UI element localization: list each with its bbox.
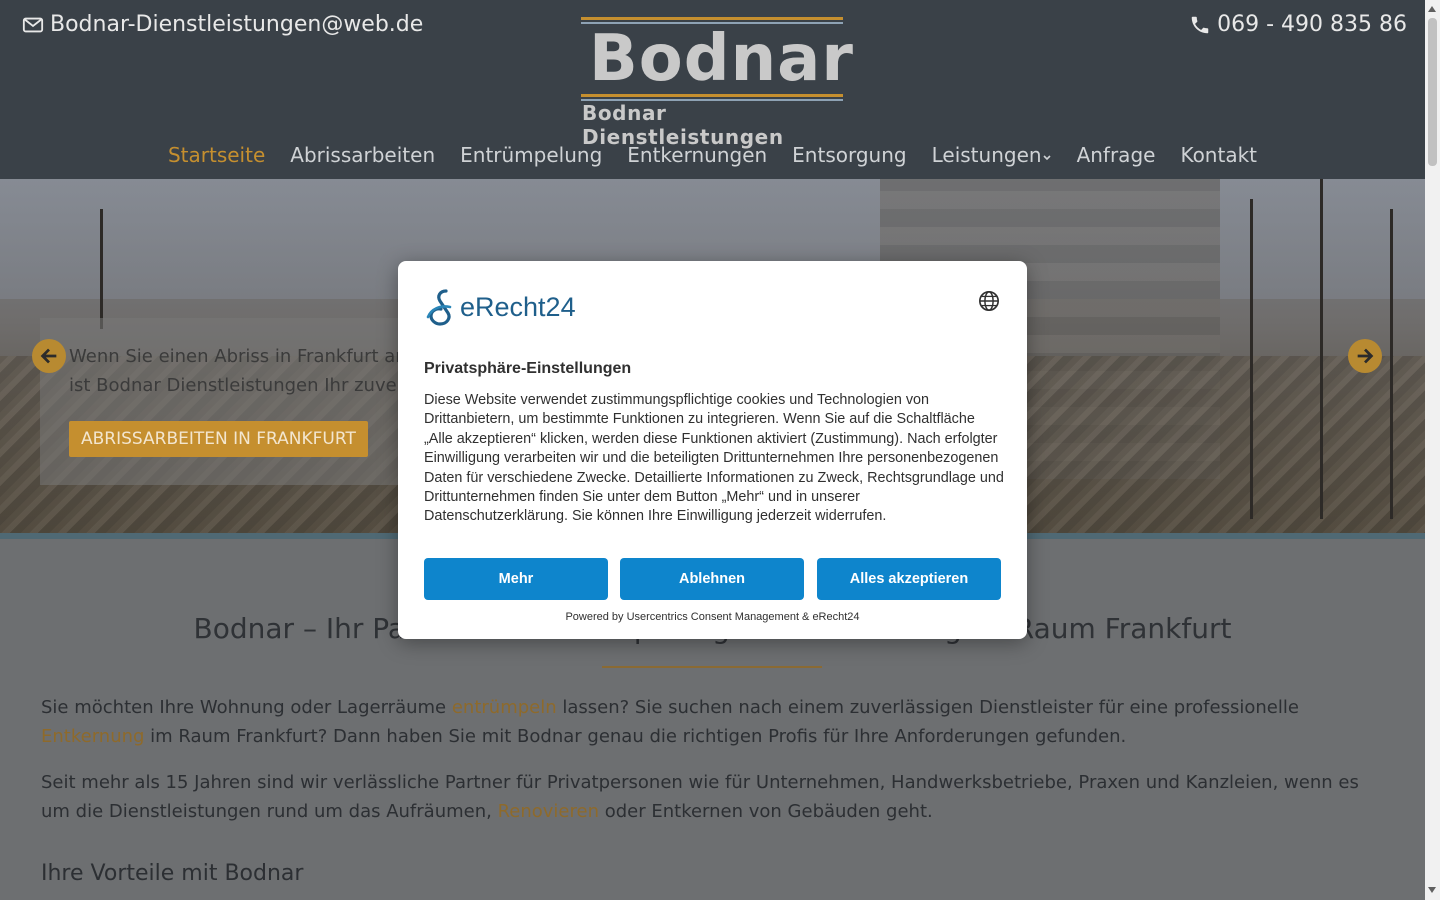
consent-dialog: eRecht24 Privatsphäre-Einstellungen Dies… <box>398 261 1027 639</box>
title-underline <box>602 666 822 668</box>
language-globe-icon[interactable] <box>978 290 1000 312</box>
chevron-down-icon <box>1042 155 1051 161</box>
logo-rule <box>581 17 843 20</box>
arrow-right-icon <box>1357 348 1374 364</box>
consent-body: Diese Website verwendet zustimmungspflic… <box>424 392 1004 525</box>
section-heading: Ihre Vorteile mit Bodnar <box>41 861 304 886</box>
nav-item-entruempelung[interactable]: Entrümpelung <box>460 143 602 167</box>
logo-wordmark: Bodnar <box>589 22 854 96</box>
email-link[interactable]: Bodnar-Dienstleistungen@web.de <box>22 12 423 37</box>
hero-tree <box>1320 179 1323 519</box>
arrow-left-icon <box>40 348 57 364</box>
hero-tree <box>100 209 103 329</box>
email-text: Bodnar-Dienstleistungen@web.de <box>50 12 424 37</box>
hero-caption: Wenn Sie einen Abriss in Frankfurt am is… <box>69 342 429 400</box>
nav-item-startseite[interactable]: Startseite <box>168 143 265 167</box>
nav-item-kontakt[interactable]: Kontakt <box>1180 143 1257 167</box>
hero-caption-line: ist Bodnar Dienstleistungen Ihr zuverlä <box>69 375 421 396</box>
intro-text: lassen? Sie suchen nach einem zuverlässi… <box>556 697 1299 718</box>
site-logo[interactable]: Bodnar Bodnar Dienstleistungen <box>581 17 853 149</box>
erecht24-wordmark: eRecht24 <box>460 291 576 322</box>
scroll-up-arrow-icon[interactable] <box>1428 6 1436 12</box>
main-nav: Startseite Abrissarbeiten Entrümpelung E… <box>0 143 1425 167</box>
phone-text: 069 - 490 835 86 <box>1217 12 1407 37</box>
intro-paragraph: Sie möchten Ihre Wohnung oder Lagerräume… <box>41 693 1381 751</box>
site-header: Bodnar-Dienstleistungen@web.de 069 - 490… <box>0 0 1425 179</box>
phone-link[interactable]: 069 - 490 835 86 <box>1189 12 1407 37</box>
link-entruempeln[interactable]: entrümpeln <box>452 697 557 718</box>
logo-tagline: Bodnar Dienstleistungen <box>582 101 784 149</box>
link-entkernung[interactable]: Entkernung <box>41 726 144 747</box>
slider-next-button[interactable] <box>1348 339 1382 373</box>
phone-icon <box>1191 16 1209 33</box>
nav-item-leistungen[interactable]: Leistungen <box>932 143 1052 167</box>
hero-cta-button[interactable]: ABRISSARBEITEN IN FRANKFURT <box>69 421 368 457</box>
nav-item-entkernungen[interactable]: Entkernungen <box>627 143 767 167</box>
about-paragraph: Seit mehr als 15 Jahren sind wir verläss… <box>41 768 1381 826</box>
nav-item-anfrage[interactable]: Anfrage <box>1077 143 1156 167</box>
more-button[interactable]: Mehr <box>424 558 608 600</box>
nav-item-leistungen-label: Leistungen <box>931 143 1042 167</box>
erecht24-mark-icon <box>426 289 452 326</box>
consent-title: Privatsphäre-Einstellungen <box>424 360 632 377</box>
slider-prev-button[interactable] <box>32 339 66 373</box>
accept-all-button[interactable]: Alles akzeptieren <box>817 558 1001 600</box>
nav-item-entsorgung[interactable]: Entsorgung <box>792 143 906 167</box>
intro-text: im Raum Frankfurt? Dann haben Sie mit Bo… <box>144 726 1127 747</box>
envelope-icon <box>22 17 44 32</box>
hero-tree <box>1390 209 1393 519</box>
logo-rule <box>581 94 843 97</box>
intro-text: Sie möchten Ihre Wohnung oder Lagerräume <box>41 697 452 718</box>
nav-item-abrissarbeiten[interactable]: Abrissarbeiten <box>290 143 435 167</box>
scroll-down-arrow-icon[interactable] <box>1428 887 1436 893</box>
link-renovieren[interactable]: Renovieren <box>498 801 599 822</box>
about-text: oder Entkernen von Gebäuden geht. <box>599 801 933 822</box>
decline-button[interactable]: Ablehnen <box>620 558 804 600</box>
scrollbar-thumb[interactable] <box>1428 18 1437 166</box>
hero-tree <box>1250 199 1253 519</box>
erecht24-logo: eRecht24 <box>424 287 576 327</box>
hero-caption-line: Wenn Sie einen Abriss in Frankfurt am <box>69 346 413 367</box>
consent-footer: Powered by Usercentrics Consent Manageme… <box>565 611 860 623</box>
